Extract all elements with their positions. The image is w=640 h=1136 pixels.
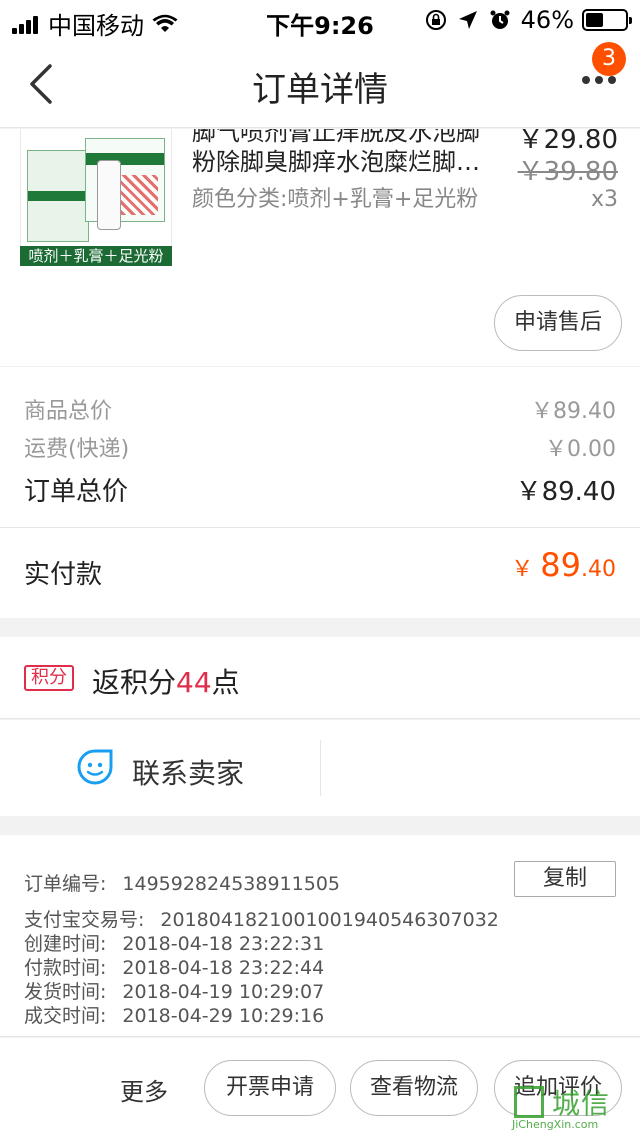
- watermark-url: JiChengXin.com: [512, 1118, 599, 1131]
- created-time-value: 2018-04-18 23:22:31: [122, 933, 325, 955]
- product-thumbnail[interactable]: [20, 129, 172, 261]
- watermark-logo: 城信 JiChengXin.com: [512, 1080, 632, 1134]
- shipping-value: ￥0.00: [545, 437, 616, 462]
- points-badge: 积分: [24, 665, 74, 691]
- after-sale-button[interactable]: 申请售后: [494, 295, 622, 351]
- watermark-text: 城信: [552, 1087, 611, 1120]
- invoice-request-button[interactable]: 开票申请: [204, 1060, 336, 1116]
- paid-amount-row: 实付款 ￥ 89.40: [0, 528, 640, 618]
- order-total-value: ￥89.40: [515, 477, 616, 507]
- order-total-row: 订单总价 ￥89.40: [24, 471, 616, 508]
- order-number-value: 149592824538911505: [122, 873, 340, 895]
- points-text-suffix: 点: [211, 666, 240, 699]
- nav-bar: 订单详情 3: [0, 40, 640, 128]
- completed-time-row: 成交时间: 2018-04-29 10:29:16: [24, 1001, 324, 1028]
- points-text: 返积分44点: [92, 661, 240, 701]
- message-badge: 3: [592, 42, 626, 76]
- product-card[interactable]: 喷剂＋乳膏＋足光粉 脚气喷剂膏止痒脱皮水泡脚 粉除脚臭脚痒水泡糜烂脚… 颜色分类…: [0, 129, 640, 366]
- points-text-prefix: 返积分: [92, 666, 177, 699]
- created-time-label: 创建时间:: [24, 933, 107, 955]
- product-name-line2: 粉除脚臭脚痒水泡糜烂脚…: [192, 148, 480, 176]
- chat-face-icon: [77, 749, 113, 785]
- points-number: 44: [176, 666, 212, 699]
- goods-total-row: 商品总价 ￥89.40: [24, 393, 616, 425]
- status-bar: 中国移动 下午9:26 46%: [0, 0, 640, 40]
- order-number-label: 订单编号:: [24, 873, 107, 895]
- order-info: 订单编号: 149592824538911505 复制 支付宝交易号: 201804…: [0, 835, 640, 1037]
- more-menu-icon[interactable]: [577, 76, 616, 84]
- paid-time-row: 付款时间: 2018-04-18 23:22:44: [24, 953, 324, 980]
- completed-time-value: 2018-04-29 10:29:16: [122, 1005, 325, 1027]
- location-icon: [458, 11, 477, 29]
- contact-bar: 联系卖家: [0, 720, 640, 816]
- paid-time-value: 2018-04-18 23:22:44: [122, 957, 325, 979]
- contact-seller-button[interactable]: 联系卖家: [132, 752, 244, 792]
- completed-time-label: 成交时间:: [24, 1005, 107, 1027]
- product-quantity: x3: [590, 187, 618, 212]
- copy-button[interactable]: 复制: [514, 861, 616, 897]
- shipped-time-row: 发货时间: 2018-04-19 10:29:07: [24, 977, 324, 1004]
- view-logistics-button[interactable]: 查看物流: [350, 1060, 478, 1116]
- product-original-price: ￥39.80: [517, 157, 618, 187]
- paid-currency: ￥: [511, 557, 534, 582]
- alipay-trade-row: 支付宝交易号: 2018041821001001940546307032: [24, 905, 499, 932]
- battery-icon: [582, 9, 632, 31]
- product-spec: 颜色分类:喷剂+乳膏+足光粉: [192, 187, 479, 212]
- order-total-label: 订单总价: [24, 477, 129, 507]
- paid-amount-dec: .40: [581, 557, 616, 582]
- product-name-line1: 脚气喷剂膏止痒脱皮水泡脚: [192, 129, 480, 146]
- shipping-row: 运费(快递) ￥0.00: [24, 431, 616, 463]
- goods-total-label: 商品总价: [24, 399, 113, 424]
- page-title: 订单详情: [252, 70, 388, 110]
- watermark-square-icon: [514, 1086, 544, 1118]
- order-number-row: 订单编号: 149592824538911505: [24, 869, 340, 896]
- shipping-label: 运费(快递): [24, 437, 130, 462]
- paid-label: 实付款: [24, 560, 103, 590]
- paid-amount-int: 89: [540, 546, 581, 584]
- paid-time-label: 付款时间:: [24, 957, 107, 979]
- created-time-row: 创建时间: 2018-04-18 23:22:31: [24, 929, 324, 956]
- battery-percent: 46%: [520, 6, 574, 34]
- points-row: 积分 返积分44点: [0, 637, 640, 719]
- alarm-icon: [490, 10, 510, 29]
- alipay-trade-value: 2018041821001001940546307032: [160, 909, 499, 931]
- vertical-divider: [320, 740, 321, 796]
- alipay-trade-label: 支付宝交易号:: [24, 909, 145, 931]
- price-summary: 商品总价 ￥89.40 运费(快递) ￥0.00 订单总价 ￥89.40: [0, 367, 640, 527]
- product-name[interactable]: 脚气喷剂膏止痒脱皮水泡脚 粉除脚臭脚痒水泡糜烂脚…: [192, 129, 492, 177]
- paid-amount: ￥ 89.40: [511, 546, 616, 584]
- more-actions-button[interactable]: 更多: [120, 1072, 168, 1107]
- product-image-tag: 喷剂＋乳膏＋足光粉: [20, 246, 172, 266]
- goods-total-value: ￥89.40: [531, 399, 616, 424]
- shipped-time-label: 发货时间:: [24, 981, 107, 1003]
- rotation-lock-icon: [425, 10, 446, 30]
- shipped-time-value: 2018-04-19 10:29:07: [122, 981, 325, 1003]
